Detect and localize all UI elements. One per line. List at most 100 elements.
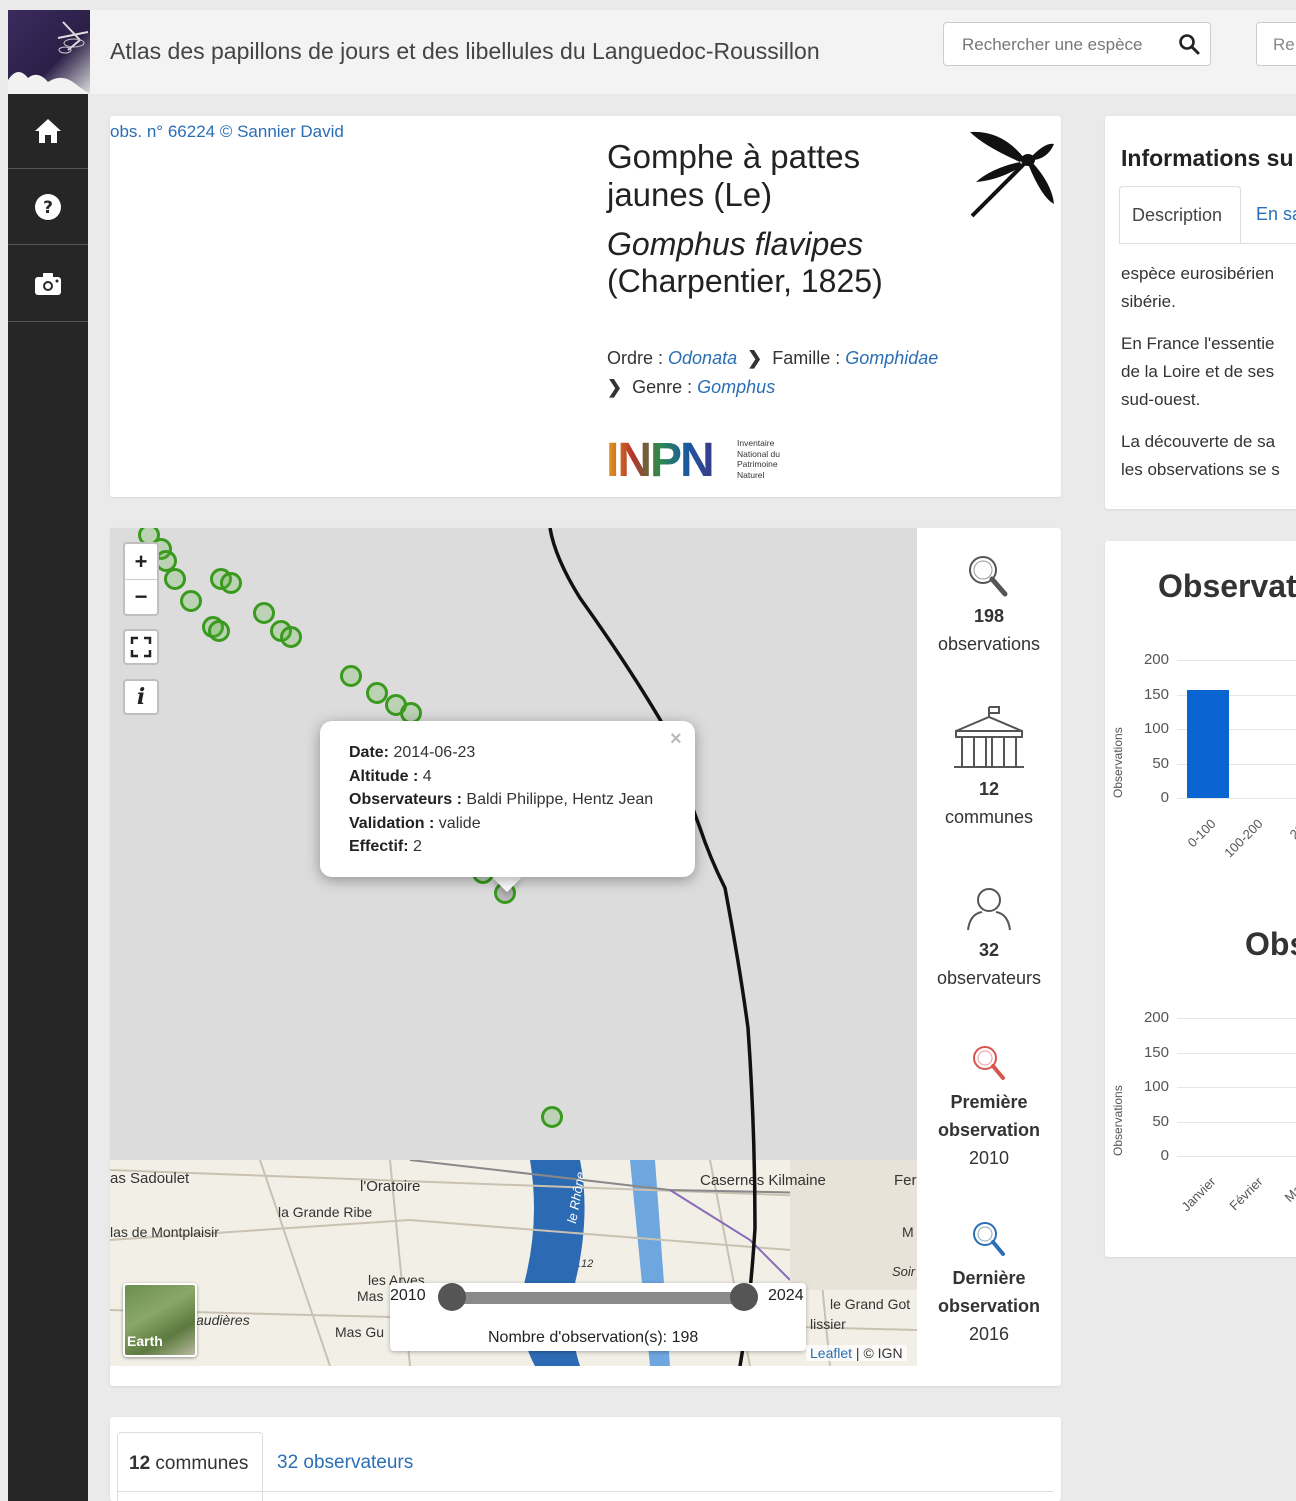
chart-altitude: Observations 200 150 100 50 0 0-100 100-200 200 [1105,640,1296,880]
tab-divider [1119,243,1296,244]
taxonomy-breadcrumb: Ordre : Odonata ❯ Famille : Gomphidae ❯ … [607,344,1027,402]
observation-marker[interactable] [220,572,242,594]
tab-observateurs[interactable]: 32 observateurs [277,1452,413,1474]
site-title[interactable]: Atlas des papillons de jours et des libe… [110,38,820,65]
stat-observateurs: 32 observateurs [917,884,1061,992]
observation-marker[interactable] [541,1106,563,1128]
chart-y-tick: 100 [1143,720,1169,737]
user-icon [967,888,1011,931]
tab-description[interactable]: Description [1119,186,1241,243]
ign-attribution: | © IGN [852,1345,903,1361]
communes-count: 12 [978,779,1000,799]
stat-last-observation: Dernière observation 2016 [917,1218,1061,1348]
sci-name-binomial: Gomphus flavipes [607,226,864,262]
slider-count-label: Nombre d'observation(s): 198 [488,1329,699,1346]
popup-altitude-label: Altitude : [349,767,419,785]
chart-y-tick: 150 [1143,1043,1169,1061]
popup-validation: Validation : valide [349,812,679,836]
observations-count: 198 [973,606,1005,626]
popup-date: Date: 2014-06-23 [349,741,679,765]
popup-date-value: 2014-06-23 [393,744,476,761]
chart-gridline [1177,660,1296,661]
slider-min-year: 2010 [390,1287,426,1304]
popup-validation-label: Validation : [349,814,435,832]
magnifier-blue-icon [973,1222,1005,1256]
slider-handle-min[interactable] [438,1283,466,1311]
tab-communes-label: 12 communes [129,1453,249,1474]
popup-observateurs-label: Observateurs : [349,791,462,808]
chevron-right-icon: ❯ [607,377,628,397]
communes-label: communes [944,807,1034,827]
search-input[interactable] [960,34,1159,56]
observation-marker[interactable] [280,626,302,648]
map-attribution: Leaflet | © IGN [806,1345,907,1361]
year-slider-track[interactable] [452,1292,744,1304]
site-logo[interactable] [8,10,90,94]
chart-gridline [1177,1087,1296,1088]
first-observation-label-2: observation [937,1120,1041,1140]
secondary-search-input[interactable]: Re [1256,22,1296,66]
observation-map[interactable]: as Sadoulet l'Oratoire la Grande Ribe la… [110,528,917,1366]
genre-link[interactable]: Gomphus [697,377,775,397]
chart-y-tick: 150 [1143,685,1169,703]
inpn-subtitle: Inventaire National du Patrimoine Nature… [737,438,781,480]
chart-bar[interactable] [1187,689,1229,798]
observateurs-label: observateurs [936,968,1042,988]
last-observation-year: 2016 [968,1324,1010,1344]
observation-marker[interactable] [253,602,275,624]
popup-content: Date: 2014-06-23 Altitude : 4 Observateu… [349,741,679,859]
chart-y-axis-label: Observations [1111,727,1125,798]
map-info-button[interactable]: i [123,679,159,715]
chart-month: Observations 200 150 100 50 0 Janvier Février Ma… [1105,998,1296,1238]
popup-validation-value: valide [438,814,481,832]
stat-observations: 198 observations [917,552,1061,658]
species-search[interactable] [943,22,1211,66]
observation-marker[interactable] [164,568,186,590]
popup-date-label: Date: [349,744,390,761]
zoom-control: + − [123,542,159,616]
zoom-in-button[interactable]: + [125,544,157,580]
sidebar-item-help[interactable]: ? [8,170,88,245]
chart-gridline [1177,1121,1296,1123]
observation-marker[interactable] [180,590,202,612]
question-circle-icon: ? [35,194,61,220]
search-icon[interactable] [1178,33,1200,55]
chart-y-tick: 0 [1160,1147,1169,1164]
inpn-logo[interactable]: INPN Inventaire National du Patrimoine N… [606,436,796,488]
famille-label: Famille : [772,348,841,368]
sidebar-item-home[interactable] [8,94,88,169]
popup-observateurs-value: Baldi Philippe, Hentz Jean [466,791,654,808]
camera-icon [35,273,61,295]
zoom-out-button[interactable]: − [125,580,157,615]
magnifier-red-icon [973,1046,1005,1080]
description-paragraph: espèce eurosibérien sibérie. [1121,264,1275,311]
slider-handle-max[interactable] [730,1283,758,1311]
sidebar-item-photos[interactable] [8,247,88,322]
chart-month-title: Obs [1245,926,1296,962]
ordre-link[interactable]: Odonata [668,348,737,368]
description-paragraph: La découverte de sa les observations se … [1121,432,1280,479]
chart-gridline [1177,798,1296,799]
last-observation-label-2: observation [937,1296,1041,1316]
observations-label: observations [937,634,1041,654]
observateurs-count: 32 [978,940,1000,960]
species-scientific-name: Gomphus flavipes (Charpentier, 1825) [607,226,937,300]
observation-marker[interactable] [208,620,230,642]
leaflet-link[interactable]: Leaflet [810,1345,852,1361]
fullscreen-button[interactable] [123,629,159,665]
last-observation-label-1: Dernière [952,1268,1026,1288]
stat-first-observation: Première observation 2010 [917,1042,1061,1172]
tab-en-savoir-plus[interactable]: En sa [1256,204,1296,225]
description-text: espèce eurosibérien sibérie. En France l… [1121,260,1296,498]
first-observation-year: 2010 [968,1148,1010,1168]
photo-credit-link[interactable]: obs. n° 66224 © Sannier David [110,122,344,142]
observation-marker[interactable] [340,665,362,687]
info-title: Informations su [1121,145,1294,171]
chart-y-tick: 50 [1152,1112,1169,1130]
region-boundary [548,528,757,1366]
chart-gridline [1177,1052,1296,1054]
chart-y-tick: 100 [1143,1078,1169,1095]
slider-max-year: 2024 [768,1287,804,1304]
description-paragraph: En France l'essentie de la Loire et de s… [1121,334,1275,409]
famille-link[interactable]: Gomphidae [845,348,938,368]
